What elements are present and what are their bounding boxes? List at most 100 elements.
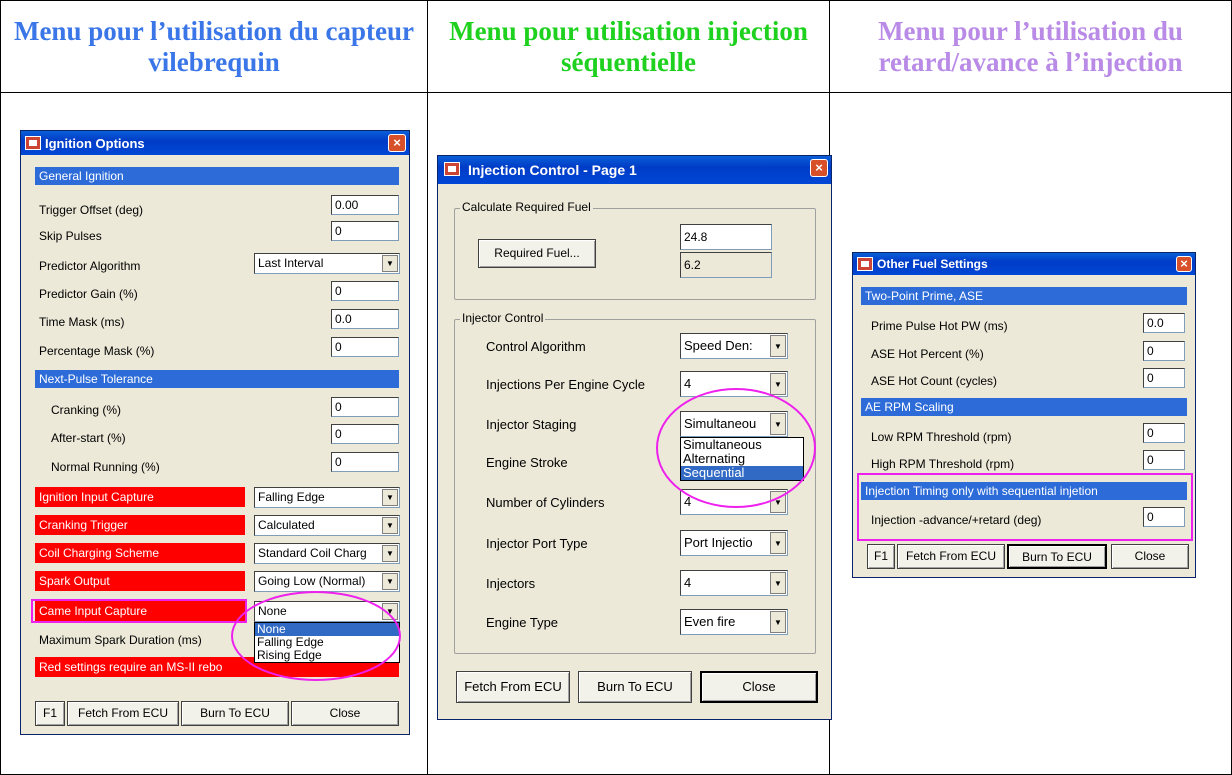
ase-hot-percent-input[interactable]: 0 [1143,341,1185,361]
chevron-down-icon[interactable]: ▼ [382,489,398,506]
ase-hot-percent-label: ASE Hot Percent (%) [871,347,984,361]
column-title-injection-timing: Menu pour l’utilisation du retard/avance… [878,16,1183,77]
section-header-next-pulse-tolerance: Next-Pulse Tolerance [35,370,399,388]
predictor-gain-input[interactable]: 0 [331,281,399,301]
chevron-down-icon[interactable]: ▼ [770,611,786,633]
skip-pulses-input[interactable]: 0 [331,221,399,241]
low-rpm-label: Low RPM Threshold (rpm) [871,430,1012,444]
close-icon[interactable]: × [1176,256,1192,272]
num-cylinders-label: Number of Cylinders [486,495,605,510]
chevron-down-icon[interactable]: ▼ [770,335,786,357]
skip-pulses-label: Skip Pulses [39,229,102,243]
chevron-down-icon[interactable]: ▼ [382,517,398,534]
f1-button[interactable]: F1 [35,701,65,726]
group-label: Injector Control [460,311,546,325]
fetch-from-ecu-button[interactable]: Fetch From ECU [456,671,570,703]
select-value: Calculated [258,518,315,532]
app-icon [25,136,41,150]
control-algorithm-select[interactable]: Speed Den: ▼ [680,333,788,359]
fetch-from-ecu-button[interactable]: Fetch From ECU [897,544,1005,569]
highlight-box [857,473,1193,541]
injector-staging-label: Injector Staging [486,417,577,432]
close-icon[interactable]: × [388,134,406,152]
max-spark-duration-label: Maximum Spark Duration (ms) [39,633,202,647]
control-algorithm-label: Control Algorithm [486,339,586,354]
engine-type-select[interactable]: Even fire ▼ [680,609,788,635]
burn-to-ecu-button[interactable]: Burn To ECU [181,701,289,726]
coil-charging-select[interactable]: Standard Coil Charg ▼ [254,543,400,564]
injectors-select[interactable]: 4 ▼ [680,570,788,596]
injections-per-cycle-label: Injections Per Engine Cycle [486,377,645,392]
column-divider [427,0,428,775]
chevron-down-icon[interactable]: ▼ [382,255,398,272]
select-value: Speed Den: [684,338,753,353]
after-start-input[interactable]: 0 [331,424,399,444]
prime-pulse-input[interactable]: 0.0 [1143,313,1185,333]
window-title: Ignition Options [45,135,145,151]
group-label: Calculate Required Fuel [460,200,593,214]
high-rpm-input[interactable]: 0 [1143,450,1185,470]
highlight-ellipse [231,591,401,681]
close-button[interactable]: Close [291,701,399,726]
engine-stroke-label: Engine Stroke [486,455,568,470]
required-fuel-button[interactable]: Required Fuel... [478,239,596,268]
injection-control-window: Injection Control - Page 1 × Calculate R… [437,155,832,720]
app-icon [444,162,460,176]
header-divider [0,92,1232,93]
req-fuel-readout: 6.2 [680,252,772,278]
chevron-down-icon[interactable]: ▼ [382,545,398,562]
injectors-label: Injectors [486,576,536,591]
burn-to-ecu-button[interactable]: Burn To ECU [1007,544,1107,569]
select-value: 4 [684,575,692,590]
trigger-offset-input[interactable]: 0.00 [331,195,399,215]
spark-output-label: Spark Output [35,571,245,591]
time-mask-label: Time Mask (ms) [39,315,125,329]
chevron-down-icon[interactable]: ▼ [382,573,398,590]
percentage-mask-input[interactable]: 0 [331,337,399,357]
normal-running-label: Normal Running (%) [51,460,160,474]
title-bar: Ignition Options × [21,131,409,155]
normal-running-input[interactable]: 0 [331,452,399,472]
injector-port-type-select[interactable]: Port Injectio ▼ [680,530,788,556]
low-rpm-input[interactable]: 0 [1143,423,1185,443]
chevron-down-icon[interactable]: ▼ [770,373,786,395]
predictor-algorithm-label: Predictor Algorithm [39,259,141,273]
injector-port-type-label: Injector Port Type [486,536,588,551]
section-header-prime-ase: Two-Point Prime, ASE [861,287,1187,305]
highlight-box [31,599,247,623]
close-button[interactable]: Close [700,671,818,703]
app-icon [857,257,873,271]
req-fuel-input[interactable]: 24.8 [680,224,772,250]
ase-hot-count-label: ASE Hot Count (cycles) [871,374,998,388]
fetch-from-ecu-button[interactable]: Fetch From ECU [67,701,179,726]
close-icon[interactable]: × [810,159,828,177]
column-title-sequential-injection: Menu pour utilisation injection séquenti… [449,16,808,77]
chevron-down-icon[interactable]: ▼ [770,532,786,554]
chevron-down-icon[interactable]: ▼ [770,572,786,594]
ignition-input-capture-select[interactable]: Falling Edge ▼ [254,487,400,508]
percentage-mask-label: Percentage Mask (%) [39,344,155,358]
cranking-input[interactable]: 0 [331,397,399,417]
section-header-general-ignition: General Ignition [35,167,399,185]
burn-to-ecu-button[interactable]: Burn To ECU [578,671,692,703]
title-bar: Other Fuel Settings × [853,253,1195,275]
title-bar: Injection Control - Page 1 × [438,156,831,184]
spark-output-select[interactable]: Going Low (Normal) ▼ [254,571,400,592]
predictor-algorithm-select[interactable]: Last Interval ▼ [254,253,400,274]
ignition-options-window: Ignition Options × General Ignition Trig… [20,130,410,735]
after-start-label: After-start (%) [51,431,126,445]
highlight-ellipse [656,388,816,508]
time-mask-input[interactable]: 0.0 [331,309,399,329]
section-header-ae-rpm: AE RPM Scaling [861,398,1187,416]
cranking-trigger-label: Cranking Trigger [35,515,245,535]
comparison-table: Menu pour l’utilisation du capteur vileb… [0,0,1232,775]
f1-button[interactable]: F1 [867,544,895,569]
select-value: 4 [684,376,692,391]
select-value: Going Low (Normal) [258,574,366,588]
cranking-label: Cranking (%) [51,403,122,417]
cranking-trigger-select[interactable]: Calculated ▼ [254,515,400,536]
high-rpm-label: High RPM Threshold (rpm) [871,457,1015,471]
select-value: Even fire [684,614,736,629]
close-button[interactable]: Close [1111,544,1189,569]
ase-hot-count-input[interactable]: 0 [1143,368,1185,388]
